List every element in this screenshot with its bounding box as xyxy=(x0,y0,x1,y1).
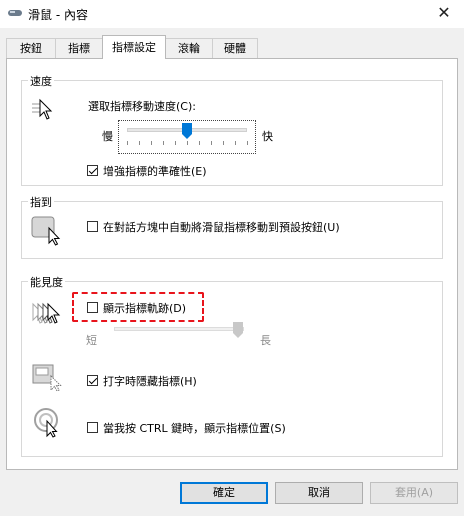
tab-pointers[interactable]: 指標 xyxy=(55,38,103,58)
speed-slider-tick xyxy=(175,141,176,145)
title-bar: 滑鼠 - 內容 ✕ xyxy=(0,0,464,28)
speed-slider-tick xyxy=(223,141,224,145)
precision-checkbox[interactable] xyxy=(87,165,98,176)
hide-typing-icon xyxy=(32,364,62,392)
hide-typing-checkbox[interactable] xyxy=(87,375,98,386)
snapto-label: 在對話方塊中自動將滑鼠指標移動到預設按鈕(U) xyxy=(103,221,340,234)
snapto-group-label: 指到 xyxy=(28,194,54,210)
tab-hardware[interactable]: 硬體 xyxy=(212,38,258,58)
tab-wheel[interactable]: 滾輪 xyxy=(165,38,213,58)
speed-slider-tick xyxy=(187,141,188,145)
close-button[interactable]: ✕ xyxy=(432,2,456,24)
speed-slider-tick xyxy=(235,141,236,145)
speed-label: 選取指標移動速度(C): xyxy=(88,100,196,113)
pointer-speed-icon xyxy=(32,98,53,120)
speed-slider-thumb[interactable] xyxy=(182,123,192,139)
speed-slider-tick xyxy=(247,141,248,145)
trails-slider-thumb[interactable] xyxy=(233,322,243,338)
cancel-button[interactable]: 取消 xyxy=(275,482,363,504)
visibility-group-label: 能見度 xyxy=(28,274,65,290)
window-title: 滑鼠 - 內容 xyxy=(28,8,88,22)
ok-button[interactable]: 確定 xyxy=(180,482,268,504)
tab-pointer-options[interactable]: 指標設定 xyxy=(102,35,166,59)
speed-slider-tick xyxy=(151,141,152,145)
speed-slider-tick xyxy=(211,141,212,145)
snapto-checkbox[interactable] xyxy=(87,221,98,232)
show-location-label: 當我按 CTRL 鍵時，顯示指標位置(S) xyxy=(103,422,286,435)
apply-button[interactable]: 套用(A) xyxy=(370,482,458,504)
speed-slider-tick xyxy=(139,141,140,145)
slow-label: 慢 xyxy=(102,130,113,143)
hide-typing-label: 打字時隱藏指標(H) xyxy=(103,375,197,388)
tab-buttons[interactable]: 按鈕 xyxy=(6,38,56,58)
speed-slider-tick xyxy=(127,141,128,145)
speed-slider-tick xyxy=(163,141,164,145)
speed-slider[interactable] xyxy=(118,120,256,154)
short-label: 短 xyxy=(86,334,97,347)
speed-slider-ticks xyxy=(127,141,248,149)
mouse-icon xyxy=(8,10,22,16)
trails-slider[interactable] xyxy=(110,322,250,348)
show-location-icon xyxy=(34,408,58,438)
precision-label: 增強指標的準確性(E) xyxy=(103,165,207,178)
trails-checkbox[interactable] xyxy=(87,302,98,313)
long-label: 長 xyxy=(260,334,271,347)
fast-label: 快 xyxy=(262,130,273,143)
show-location-checkbox[interactable] xyxy=(87,422,98,433)
motion-group-label: 速度 xyxy=(28,73,54,89)
snapto-icon xyxy=(31,216,61,246)
pointer-trails-icon xyxy=(32,302,61,324)
trails-slider-track xyxy=(114,327,244,331)
speed-slider-tick xyxy=(199,141,200,145)
trails-label: 顯示指標軌跡(D) xyxy=(103,302,187,315)
